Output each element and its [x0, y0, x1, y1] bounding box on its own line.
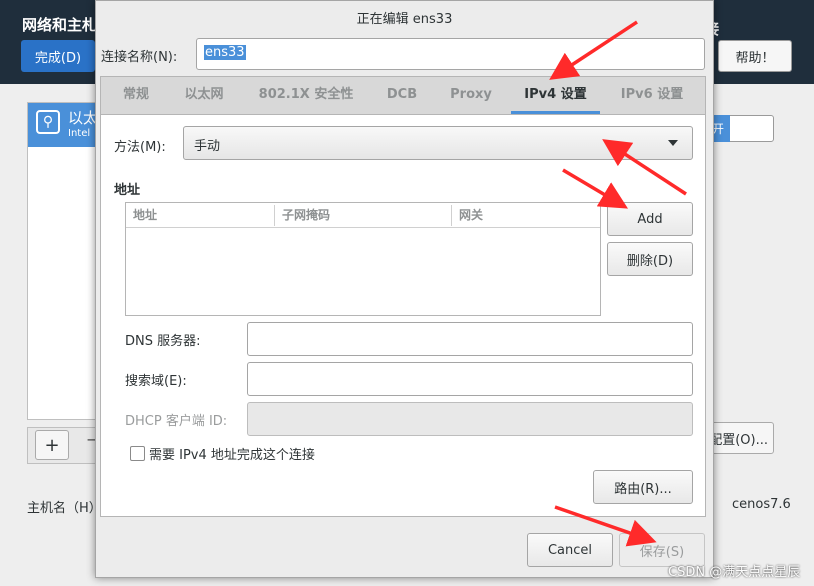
- annotation-arrows: [549, 20, 687, 547]
- annotation-arrow: [554, 505, 657, 547]
- annotation-arrow: [562, 168, 629, 209]
- annotation-arrow: [602, 139, 687, 196]
- annotation-arrow: [549, 20, 638, 80]
- watermark: CSDN @满天点点星辰: [668, 565, 801, 580]
